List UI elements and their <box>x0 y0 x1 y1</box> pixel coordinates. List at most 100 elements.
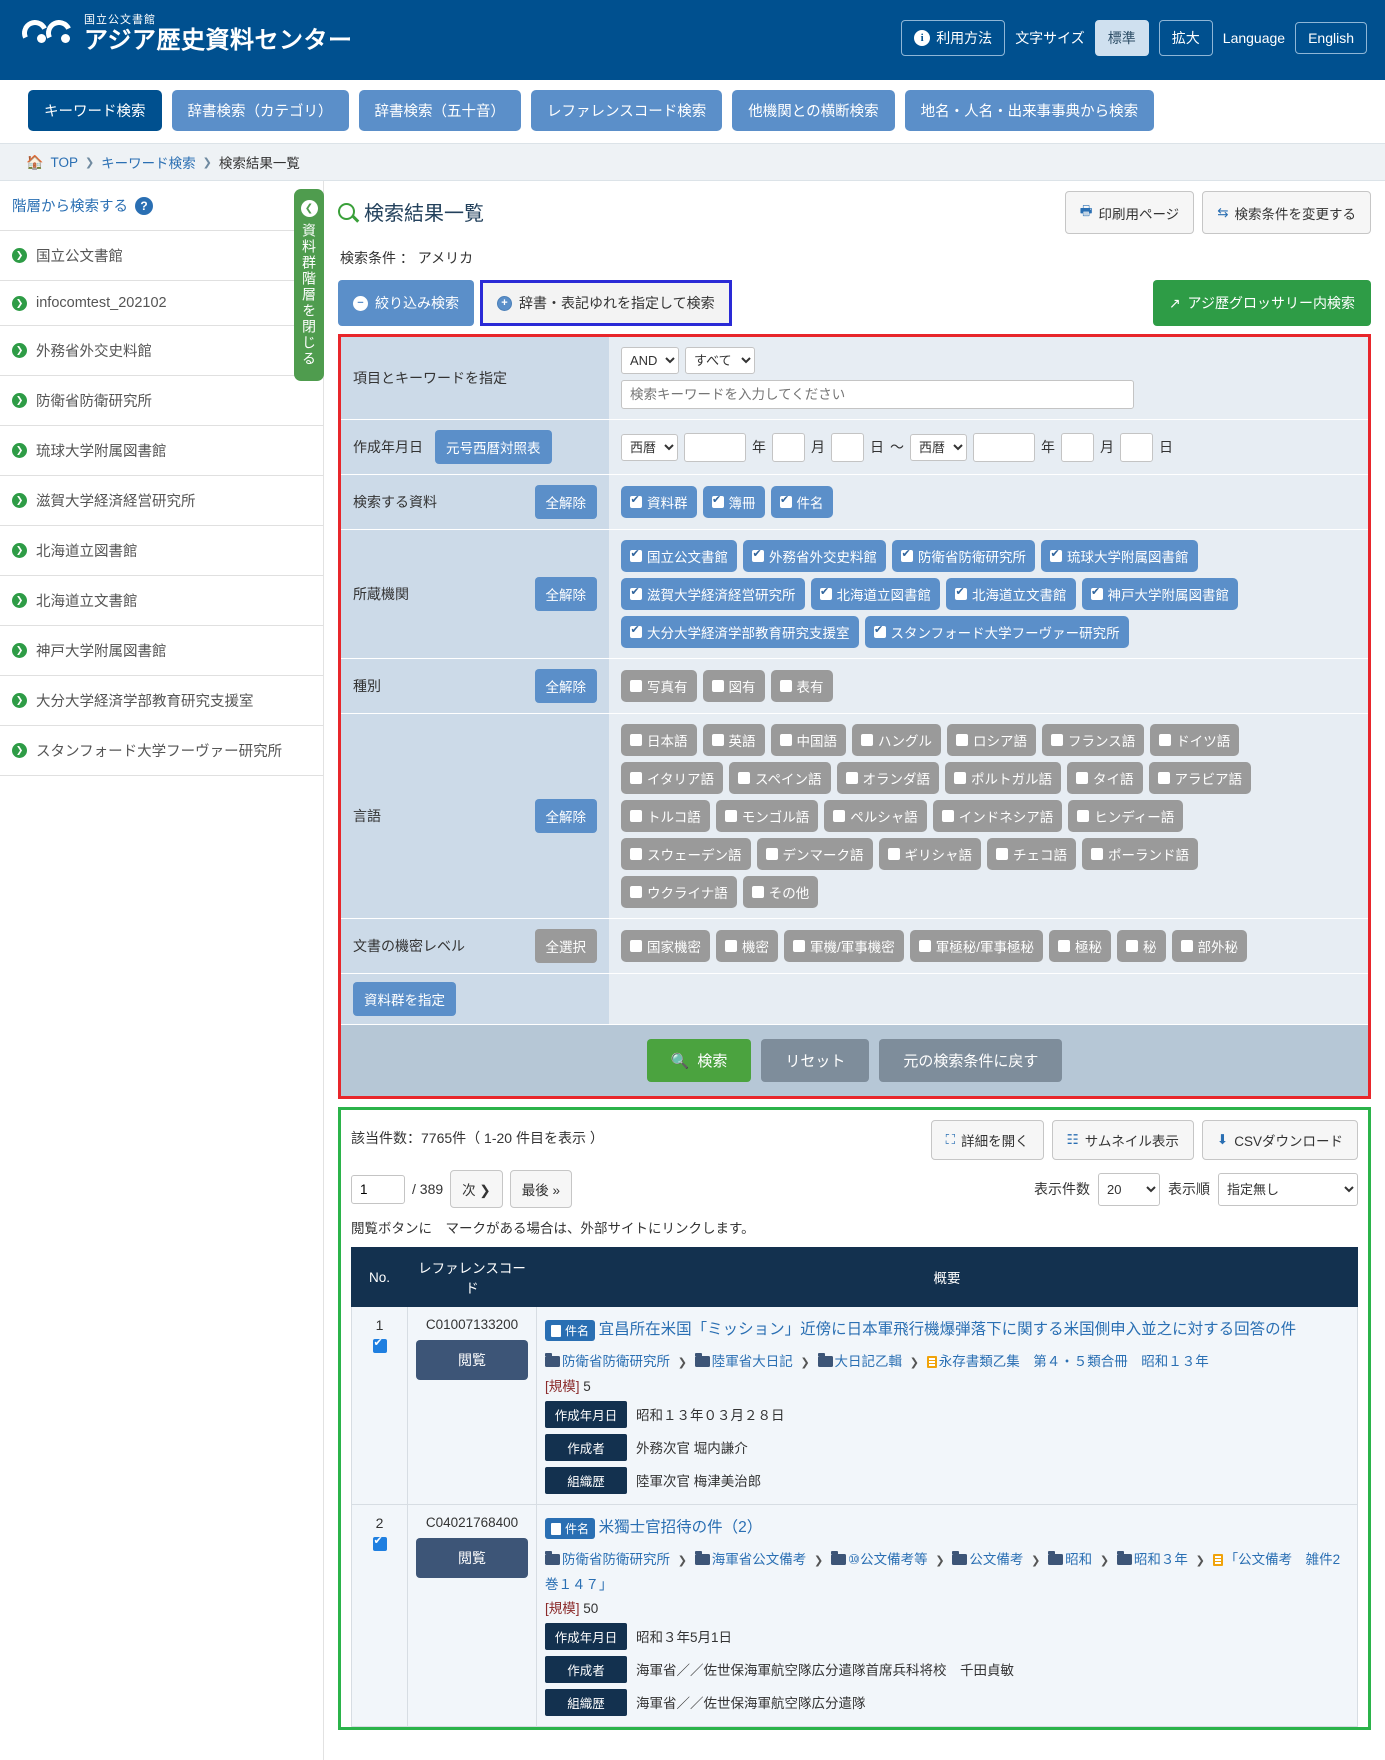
path-segment[interactable]: 昭和３年 <box>1134 1552 1188 1567</box>
change-conditions-button[interactable]: ⇆ 検索条件を変更する <box>1202 191 1371 234</box>
material-chip[interactable]: 資料群 <box>621 486 697 518</box>
path-segment[interactable]: 防衛省防衛研究所 <box>562 1552 670 1567</box>
sidebar-item-infocomtest[interactable]: ❯ infocomtest_202102 <box>0 281 323 326</box>
sidebar-item-shiga-univ[interactable]: ❯ 滋賀大学経済経営研究所 <box>0 476 323 526</box>
breadcrumb-home[interactable]: TOP <box>50 155 78 170</box>
language-chip[interactable]: ギリシャ語 <box>878 838 981 870</box>
glossary-search-button[interactable]: ↗ アジ歴グロッサリー内検索 <box>1152 280 1371 326</box>
path-segment[interactable]: 防衛省防衛研究所 <box>562 1354 670 1369</box>
secrecy-chip[interactable]: 極秘 <box>1049 930 1112 962</box>
language-chip[interactable]: ポーランド語 <box>1082 838 1198 870</box>
breadcrumb-keyword-search[interactable]: キーワード検索 <box>101 152 196 172</box>
language-chip[interactable]: インドネシア語 <box>932 800 1063 832</box>
nav-tab-dictionary-category[interactable]: 辞書検索（カテゴリ） <box>171 90 349 131</box>
secrecy-chip[interactable]: 秘 <box>1117 930 1166 962</box>
secrecy-chip[interactable]: 軍極秘/軍事極秘 <box>909 930 1044 962</box>
secrecy-chip[interactable]: 軍機/軍事機密 <box>784 930 904 962</box>
holder-chip[interactable]: 北海道立文書館 <box>946 578 1076 610</box>
date-from-day-input[interactable] <box>831 432 864 462</box>
sidebar-item-hokkaido-library[interactable]: ❯ 北海道立図書館 <box>0 526 323 576</box>
path-segment[interactable]: ⑩公文備考等 <box>848 1552 928 1567</box>
secrecy-select-all-button[interactable]: 全選択 <box>534 929 597 963</box>
sidebar-item-national-archives[interactable]: ❯ 国立公文書館 <box>0 231 323 281</box>
language-chip[interactable]: 日本語 <box>621 724 697 756</box>
next-page-button[interactable]: 次 ❯ <box>450 1170 503 1208</box>
path-segment[interactable]: 公文備考 <box>969 1552 1023 1567</box>
last-page-button[interactable]: 最後 » <box>509 1170 572 1208</box>
path-segment[interactable]: 大日記乙輯 <box>835 1354 903 1369</box>
thumbnail-view-button[interactable]: ☷ サムネイル表示 <box>1051 1120 1194 1160</box>
language-chip[interactable]: アラビア語 <box>1148 762 1252 794</box>
language-chip[interactable]: 英語 <box>702 724 765 756</box>
reset-button[interactable]: リセット <box>761 1039 870 1082</box>
language-chip[interactable]: スウェーデン語 <box>621 838 751 870</box>
holder-chip[interactable]: 大分大学経済学部教育研究支援室 <box>621 616 859 648</box>
language-chip[interactable]: チェコ語 <box>987 838 1076 870</box>
per-page-select[interactable]: 20 <box>1098 1172 1160 1206</box>
holder-clear-all-button[interactable]: 全解除 <box>534 577 597 611</box>
holder-chip[interactable]: 神戸大学附属図書館 <box>1081 578 1238 610</box>
sidebar-item-mofa-archives[interactable]: ❯ 外務省外交史料館 <box>0 326 323 376</box>
sidebar-item-oita-univ[interactable]: ❯ 大分大学経済学部教育研究支援室 <box>0 676 323 726</box>
keyword-input[interactable] <box>621 380 1134 409</box>
font-size-normal-button[interactable]: 標準 <box>1094 20 1149 56</box>
specify-group-button[interactable]: 資料群を指定 <box>353 982 456 1016</box>
nav-tab-keyword-search[interactable]: キーワード検索 <box>28 90 162 131</box>
language-chip[interactable]: ウクライナ語 <box>621 876 737 908</box>
holder-chip[interactable]: 滋賀大学経済経営研究所 <box>621 578 805 610</box>
language-chip[interactable]: ドイツ語 <box>1150 724 1240 756</box>
refine-search-tab[interactable]: − 絞り込み検索 <box>338 280 474 326</box>
sidebar-item-hokkaido-archives[interactable]: ❯ 北海道立文書館 <box>0 576 323 626</box>
open-details-button[interactable]: ⛶ 詳細を開く <box>930 1120 1044 1160</box>
restore-conditions-button[interactable]: 元の検索条件に戻す <box>879 1039 1063 1082</box>
language-chip[interactable]: ロシア語 <box>947 724 1036 756</box>
date-to-year-input[interactable] <box>973 432 1035 462</box>
view-button[interactable]: 閲覧 <box>416 1340 528 1380</box>
site-logo[interactable]: 国立公文書館 アジア歴史資料センター <box>18 12 353 56</box>
keyword-field-select[interactable]: すべて <box>685 347 755 374</box>
date-to-day-input[interactable] <box>1120 432 1153 462</box>
language-chip[interactable]: スペイン語 <box>728 762 831 794</box>
date-from-era-select[interactable]: 西暦 <box>621 433 678 461</box>
dictionary-search-tab[interactable]: + 辞書・表記ゆれを指定して検索 <box>483 283 729 323</box>
help-icon[interactable]: ? <box>135 196 153 215</box>
language-chip[interactable]: イタリア語 <box>621 762 723 794</box>
sidebar-item-hoover[interactable]: ❯ スタンフォード大学フーヴァー研究所 <box>0 726 323 776</box>
language-chip[interactable]: ペルシャ語 <box>824 800 927 832</box>
sidebar-item-ryukyu-library[interactable]: ❯ 琉球大学附属図書館 <box>0 426 323 476</box>
language-chip[interactable]: その他 <box>742 876 819 908</box>
type-chip[interactable]: 写真有 <box>621 670 697 702</box>
holder-chip[interactable]: 琉球大学附属図書館 <box>1041 540 1198 572</box>
path-segment[interactable]: 海軍省公文備考 <box>712 1552 807 1567</box>
nav-tab-dictionary-kana[interactable]: 辞書検索（五十音） <box>358 90 521 131</box>
language-chip[interactable]: ポルトガル語 <box>945 762 1062 794</box>
language-clear-all-button[interactable]: 全解除 <box>534 799 597 833</box>
language-chip[interactable]: ハングル <box>852 724 941 756</box>
language-chip[interactable]: モンゴル語 <box>715 800 819 832</box>
sidebar-item-kobe-library[interactable]: ❯ 神戸大学附属図書館 <box>0 626 323 676</box>
date-from-month-input[interactable] <box>772 432 805 462</box>
nav-tab-reference-code[interactable]: レファレンスコード検索 <box>531 90 723 131</box>
language-chip[interactable]: タイ語 <box>1067 762 1143 794</box>
page-number-input[interactable] <box>351 1174 405 1204</box>
sidebar-item-nids[interactable]: ❯ 防衛省防衛研究所 <box>0 376 323 426</box>
secrecy-chip[interactable]: 部外秘 <box>1171 930 1248 962</box>
sort-order-select[interactable]: 指定無し <box>1218 1172 1358 1206</box>
nav-tab-place-person-event[interactable]: 地名・人名・出来事事典から検索 <box>904 90 1155 131</box>
path-segment[interactable]: 陸軍省大日記 <box>712 1354 793 1369</box>
language-english-button[interactable]: English <box>1295 22 1367 54</box>
holder-chip[interactable]: 外務省外交史料館 <box>743 540 886 572</box>
row-select-checkbox[interactable] <box>372 1534 387 1551</box>
type-chip[interactable]: 表有 <box>770 670 833 702</box>
secrecy-chip[interactable]: 国家機密 <box>621 930 710 962</box>
font-size-large-button[interactable]: 拡大 <box>1158 20 1213 56</box>
language-chip[interactable]: トルコ語 <box>621 800 710 832</box>
usage-button[interactable]: i 利用方法 <box>901 20 1006 56</box>
record-title-link[interactable]: 米獨士官招待の件（2） <box>599 1519 763 1536</box>
record-title-link[interactable]: 宜昌所在米国「ミッション」近傍に日本軍飛行機爆弾落下に関する米国側申入並之に対す… <box>599 1321 1297 1338</box>
holder-chip[interactable]: スタンフォード大学フーヴァー研究所 <box>864 616 1129 648</box>
date-to-era-select[interactable]: 西暦 <box>910 433 967 461</box>
language-chip[interactable]: ヒンディー語 <box>1068 800 1184 832</box>
path-segment[interactable]: 永存書類乙集 第４・５類合冊 昭和１３年 <box>939 1354 1209 1369</box>
holder-chip[interactable]: 防衛省防衛研究所 <box>892 540 1035 572</box>
